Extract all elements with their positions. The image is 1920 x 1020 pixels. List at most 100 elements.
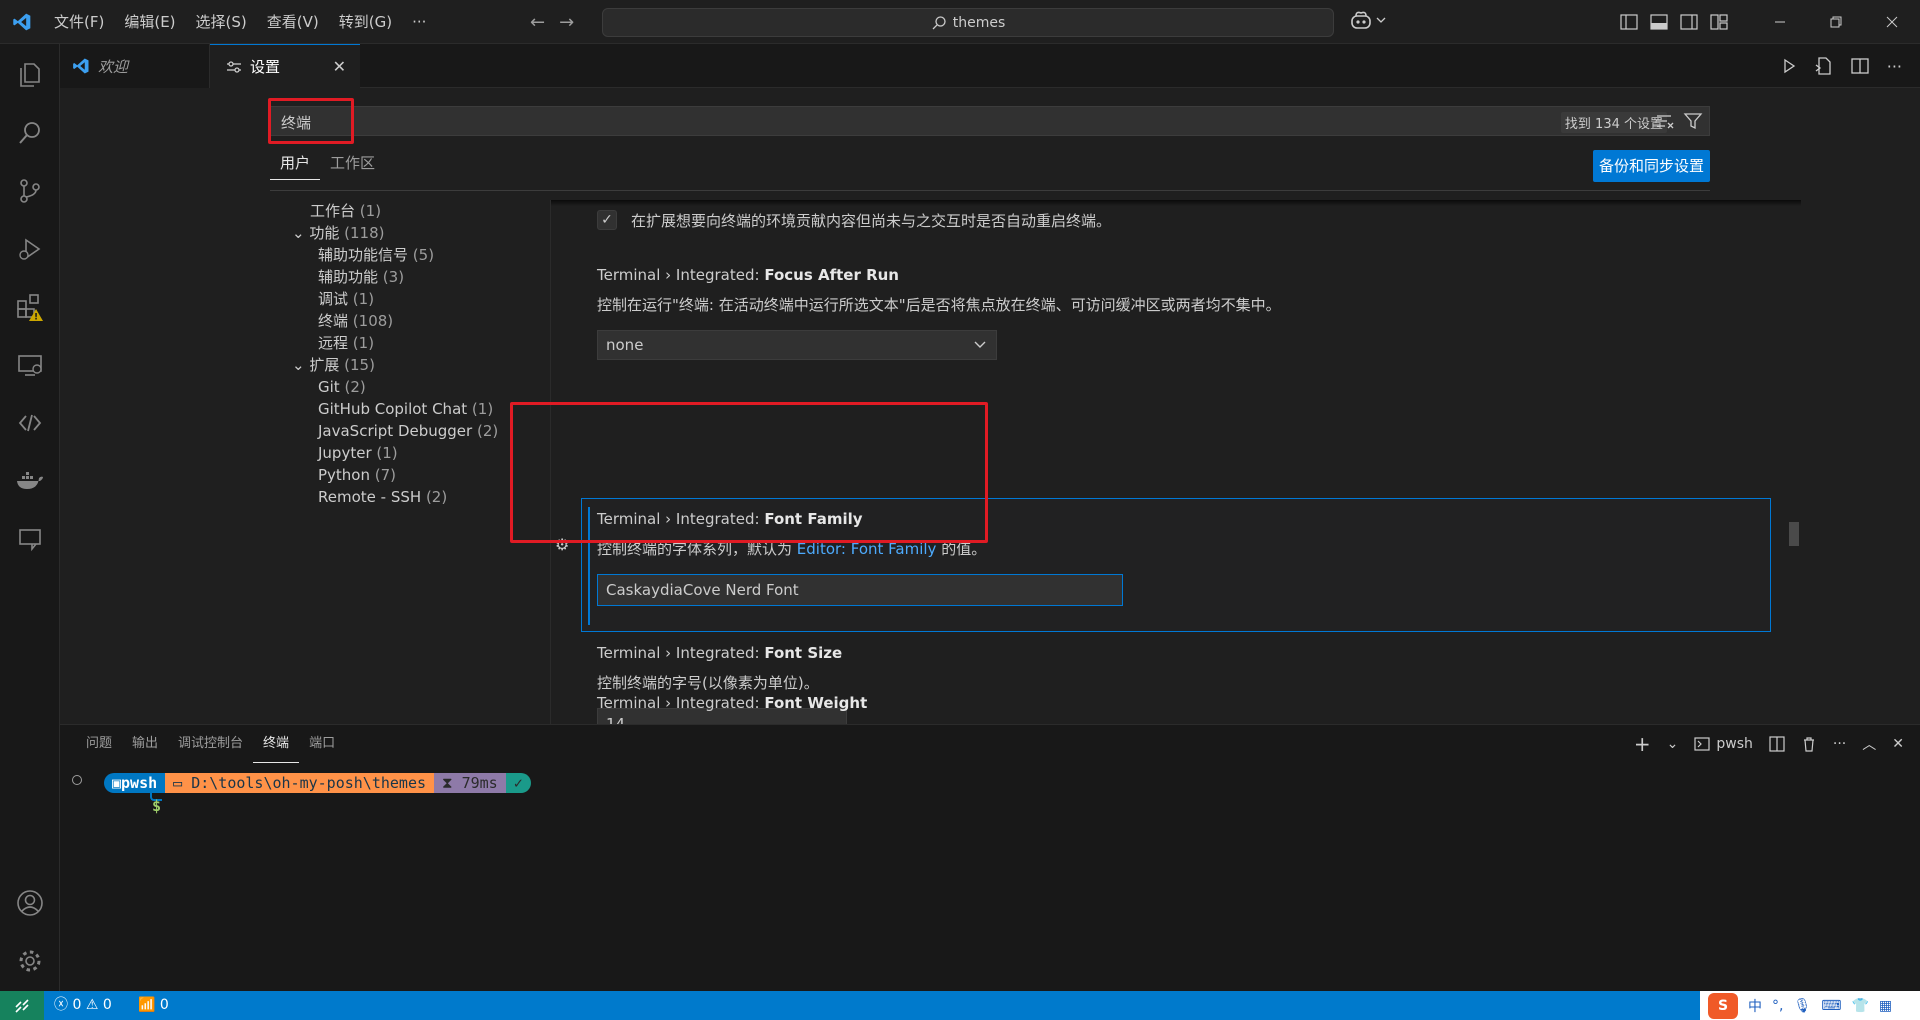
toc-item-jupyter[interactable]: Jupyter (1): [318, 442, 398, 464]
menu-edit[interactable]: 编辑(E): [114, 0, 185, 44]
scrollbar-thumb[interactable]: [1789, 522, 1799, 546]
settings-search-box[interactable]: 找到 134 个设置: [270, 106, 1710, 136]
check-icon: ✓: [601, 212, 613, 228]
terminal-view[interactable]: ▣pwsh ▭ D:\tools\oh-my-posh\themes ⧗ 79m…: [60, 763, 1920, 992]
toc-item-copilot-chat[interactable]: GitHub Copilot Chat (1): [318, 398, 493, 420]
toc-item-python[interactable]: Python (7): [318, 464, 396, 486]
problems-status[interactable]: ⓧ 0 ⚠ 0: [54, 991, 112, 1020]
toggle-secondary-sidebar-icon[interactable]: [1680, 14, 1698, 30]
panel-tab-debug-console[interactable]: 调试控制台: [168, 725, 253, 763]
minimize-icon[interactable]: [1752, 0, 1808, 44]
focus-indicator: [588, 507, 590, 625]
maximize-panel-icon[interactable]: ︿: [1862, 734, 1876, 754]
settings-toc: 工作台 (1) ⌄ 功能 (118) 辅助功能信号 (5) 辅助功能 (3) 调…: [270, 200, 552, 720]
panel-tab-output[interactable]: 输出: [122, 725, 168, 763]
font-family-input[interactable]: [597, 574, 1123, 606]
tab-welcome[interactable]: 欢迎: [60, 44, 210, 88]
toggle-primary-sidebar-icon[interactable]: [1620, 14, 1638, 30]
menu-go[interactable]: 转到(G): [329, 0, 402, 44]
chevron-down-icon: ⌄: [292, 224, 305, 242]
back-arrow-icon[interactable]: ←: [530, 12, 545, 33]
split-terminal-icon[interactable]: [1769, 736, 1785, 752]
close-window-icon[interactable]: [1864, 0, 1920, 44]
toggle-panel-icon[interactable]: [1650, 14, 1668, 30]
keyboard-icon: ⌨: [1821, 997, 1842, 1014]
oh-my-posh-prompt: ▣pwsh ▭ D:\tools\oh-my-posh\themes ⧗ 79m…: [104, 773, 531, 793]
env-relaunch-desc: 在扩展想要向终端的环境贡献内容但尚未与之交互时是否自动重启终端。: [631, 212, 1112, 230]
tab-welcome-label: 欢迎: [98, 57, 129, 76]
menu-more[interactable]: ···: [402, 0, 436, 44]
copilot-button[interactable]: [1350, 10, 1386, 30]
search-view-icon[interactable]: [0, 108, 60, 158]
source-control-icon[interactable]: [0, 166, 60, 216]
remote-explorer-icon[interactable]: [0, 340, 60, 390]
toc-item-workbench[interactable]: 工作台 (1): [310, 200, 381, 222]
scope-tab-workspace[interactable]: 工作区: [320, 150, 385, 180]
skin-icon: 👕: [1851, 997, 1869, 1014]
toc-item-accessibility[interactable]: 辅助功能 (3): [318, 266, 404, 288]
scope-tab-user[interactable]: 用户: [270, 150, 321, 180]
filter-icon[interactable]: [1683, 111, 1703, 131]
docker-icon[interactable]: [0, 456, 60, 506]
chevron-down-icon[interactable]: ⌄: [1667, 736, 1679, 752]
layout-controls: [1620, 0, 1728, 44]
panel-actions: + ⌄ pwsh ··· ︿ ✕: [1634, 725, 1904, 763]
remote-connection-icon[interactable]: [0, 398, 60, 448]
customize-layout-icon[interactable]: [1710, 14, 1728, 30]
vscode-logo-icon: [0, 0, 44, 44]
split-editor-icon[interactable]: [1851, 58, 1869, 74]
explorer-icon[interactable]: [0, 50, 60, 100]
toc-item-terminal[interactable]: 终端 (108): [318, 310, 393, 332]
toc-item-accessibility-signals[interactable]: 辅助功能信号 (5): [318, 244, 434, 266]
prompt-char: $: [152, 797, 162, 815]
toc-item-js-debugger[interactable]: JavaScript Debugger (2): [318, 420, 498, 442]
panel-tab-problems[interactable]: 问题: [76, 725, 122, 763]
tab-settings[interactable]: 设置 ✕: [210, 44, 360, 88]
manage-gear-icon[interactable]: [0, 936, 60, 986]
search-icon: [932, 15, 946, 29]
svg-text:!: !: [34, 313, 38, 323]
close-tab-icon[interactable]: ✕: [333, 57, 346, 76]
command-center[interactable]: themes: [602, 8, 1334, 37]
focus-after-run-select[interactable]: none: [597, 330, 997, 360]
env-relaunch-checkbox[interactable]: ✓: [597, 210, 617, 230]
restore-icon[interactable]: [1808, 0, 1864, 44]
menu-selection[interactable]: 选择(S): [186, 0, 257, 44]
toc-item-remote-ssh[interactable]: Remote - SSH (2): [318, 486, 447, 508]
font-family-title: Terminal › Integrated: Font Family: [597, 510, 863, 528]
kill-terminal-icon[interactable]: [1801, 736, 1817, 752]
forward-arrow-icon[interactable]: →: [559, 12, 574, 33]
more-actions-icon[interactable]: ···: [1887, 57, 1902, 76]
menu-view[interactable]: 查看(V): [257, 0, 329, 44]
editor-font-family-link[interactable]: Editor: Font Family: [797, 540, 937, 558]
toc-item-extensions[interactable]: ⌄ 扩展 (15): [292, 354, 375, 376]
toc-item-remote[interactable]: 远程 (1): [318, 332, 374, 354]
toc-item-debug[interactable]: 调试 (1): [318, 288, 374, 310]
close-panel-icon[interactable]: ✕: [1892, 736, 1904, 752]
toc-item-features[interactable]: ⌄ 功能 (118): [292, 222, 385, 244]
open-settings-json-icon[interactable]: [1815, 57, 1833, 75]
ports-status[interactable]: 📶 0: [138, 991, 169, 1020]
run-debug-icon[interactable]: [0, 224, 60, 274]
settings-search-input[interactable]: [281, 111, 1181, 133]
accounts-icon[interactable]: [0, 878, 60, 928]
terminal-instance[interactable]: pwsh: [1694, 736, 1753, 752]
toc-item-git[interactable]: Git (2): [318, 376, 366, 398]
clear-filter-icon[interactable]: [1655, 111, 1675, 131]
ime-toolbar[interactable]: S 中 °, 🎙 ⌨ 👕 ▦: [1700, 991, 1920, 1020]
run-icon[interactable]: [1781, 58, 1797, 74]
prompt-time-segment: ⧗ 79ms: [434, 773, 506, 793]
chat-sessions-icon[interactable]: [0, 514, 60, 564]
prompt-path-segment: ▭ D:\tools\oh-my-posh\themes: [165, 773, 435, 793]
font-weight-title: Terminal › Integrated: Font Weight: [597, 694, 868, 712]
panel-tab-ports[interactable]: 端口: [299, 725, 345, 763]
remote-indicator-icon[interactable]: [0, 991, 44, 1020]
more-actions-icon[interactable]: ···: [1833, 736, 1846, 752]
panel-tab-terminal[interactable]: 终端: [253, 725, 300, 763]
backup-sync-button[interactable]: 备份和同步设置: [1592, 150, 1710, 182]
new-terminal-icon[interactable]: +: [1634, 732, 1651, 756]
setting-gear-icon[interactable]: ⚙: [555, 535, 569, 554]
menu-file[interactable]: 文件(F): [44, 0, 114, 44]
extensions-icon[interactable]: !: [0, 282, 60, 332]
prompt-status-segment: ✓: [505, 773, 531, 793]
